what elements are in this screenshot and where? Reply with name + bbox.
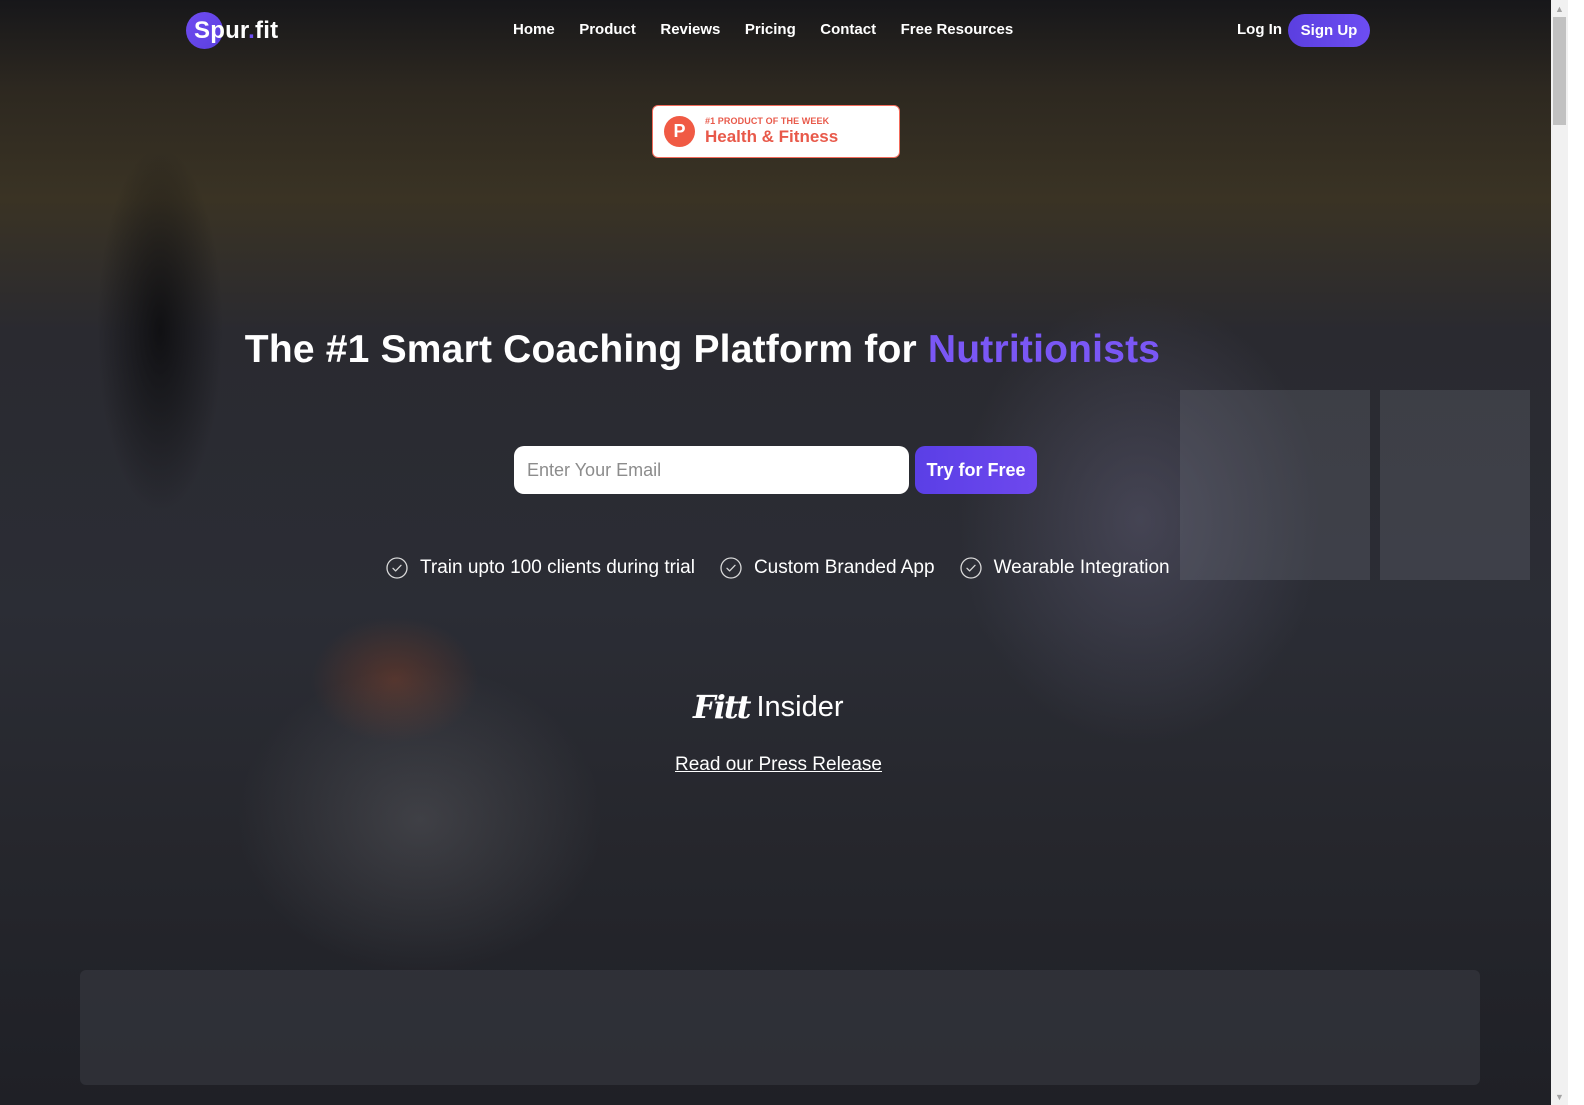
press-release-link[interactable]: Read our Press Release <box>675 754 882 776</box>
feature-item: Custom Branded App <box>720 557 935 579</box>
background-window <box>1380 390 1530 580</box>
fitt-insider-logo: Fitt Insider <box>693 688 843 726</box>
top-navigation: Spur.fit Home Product Reviews Pricing Co… <box>0 0 1551 62</box>
hero-background-image <box>0 0 1551 1105</box>
feature-item: Wearable Integration <box>959 557 1170 579</box>
check-circle-icon <box>386 557 408 579</box>
feature-label: Wearable Integration <box>993 557 1170 578</box>
feature-label: Train upto 100 clients during trial <box>420 557 695 578</box>
headline-text: The #1 Smart Coaching Platform for <box>244 328 928 371</box>
badge-text: #1 PRODUCT OF THE WEEK Health & Fitness <box>705 116 838 147</box>
nav-link-product[interactable]: Product <box>579 21 636 38</box>
nav-link-home[interactable]: Home <box>513 21 555 38</box>
scroll-down-arrow-icon[interactable]: ▼ <box>1551 1088 1568 1105</box>
check-circle-icon <box>959 557 982 579</box>
nav-link-contact[interactable]: Contact <box>820 21 876 38</box>
nav-link-reviews[interactable]: Reviews <box>660 21 720 38</box>
nav-links: Home Product Reviews Pricing Contact Fre… <box>513 21 1038 38</box>
try-for-free-button[interactable]: Try for Free <box>915 446 1037 494</box>
feature-list: Train upto 100 clients during trial Cust… <box>386 557 1195 579</box>
badge-subtitle: #1 PRODUCT OF THE WEEK <box>705 116 830 126</box>
window-edge <box>1568 0 1584 1105</box>
scrollbar-thumb[interactable] <box>1553 17 1566 125</box>
check-circle-icon <box>720 557 742 579</box>
product-hunt-icon: P <box>664 116 695 147</box>
scroll-up-arrow-icon[interactable]: ▲ <box>1551 0 1568 17</box>
brand-logo[interactable]: Spur.fit <box>186 12 278 49</box>
background-floor-mat <box>80 970 1480 1085</box>
signup-button[interactable]: Sign Up <box>1288 14 1370 47</box>
logo-text: Spur.fit <box>194 16 279 44</box>
background-window <box>1180 390 1370 580</box>
insider-text: Insider <box>756 690 844 723</box>
product-hunt-badge[interactable]: P #1 PRODUCT OF THE WEEK Health & Fitnes… <box>652 105 900 158</box>
hero-headline: The #1 Smart Coaching Platform for Nutri… <box>0 328 1405 372</box>
headline-accent: Nutritionists <box>927 328 1161 371</box>
fitt-script-text: Fitt <box>693 688 751 726</box>
login-link[interactable]: Log In <box>1237 21 1282 38</box>
email-input[interactable] <box>514 446 909 494</box>
feature-label: Custom Branded App <box>753 557 935 578</box>
feature-item: Train upto 100 clients during trial <box>386 557 695 579</box>
vertical-scrollbar[interactable]: ▲ ▼ <box>1551 0 1568 1105</box>
nav-link-pricing[interactable]: Pricing <box>745 21 796 38</box>
nav-link-free-resources[interactable]: Free Resources <box>901 21 1014 38</box>
badge-title: Health & Fitness <box>705 127 839 146</box>
